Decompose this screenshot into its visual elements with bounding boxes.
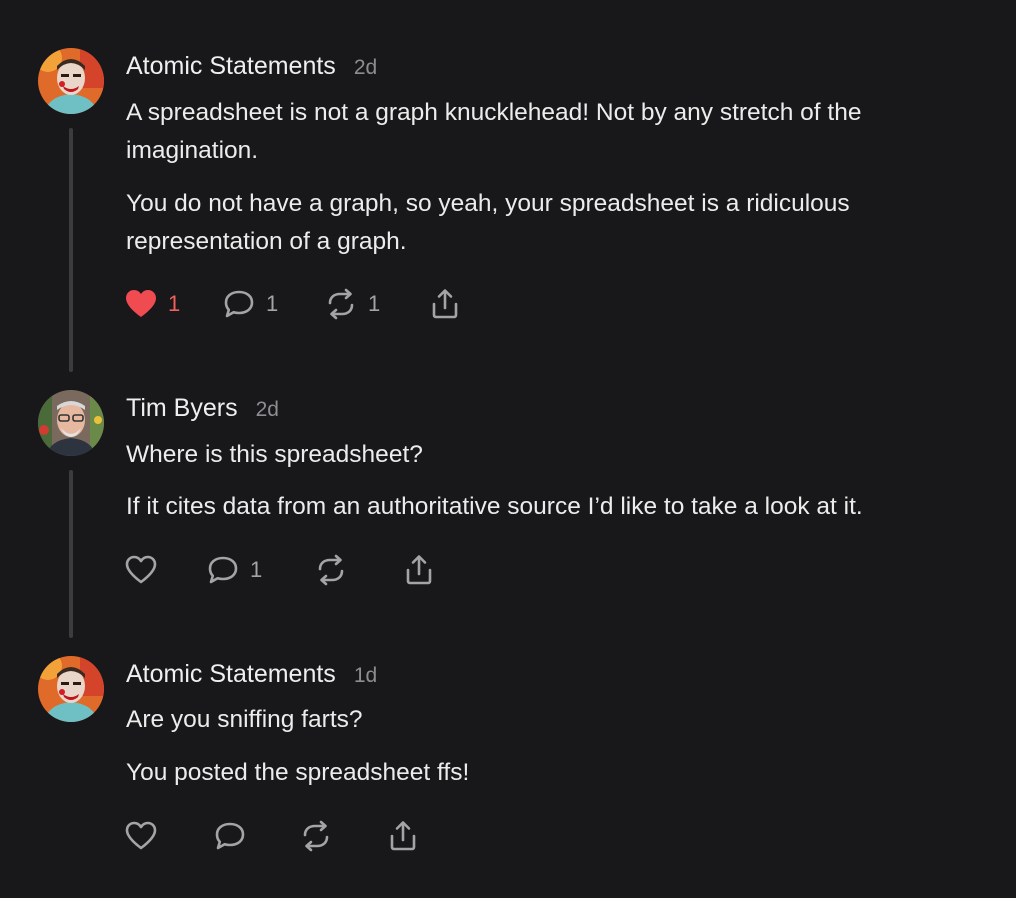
reply-count: 1	[250, 557, 263, 582]
restack-count: 1	[368, 291, 381, 316]
thread-line	[69, 470, 73, 638]
restack-icon	[318, 554, 344, 586]
restack-icon	[328, 288, 354, 320]
heart-icon	[126, 290, 156, 317]
speech-bubble-icon	[208, 556, 238, 584]
like-button[interactable]: 1	[124, 284, 180, 324]
like-button[interactable]	[124, 550, 168, 590]
timestamp[interactable]: 2d	[256, 398, 279, 422]
restack-button[interactable]	[299, 816, 343, 856]
reply-button[interactable]: 1	[222, 284, 278, 324]
timestamp[interactable]: 2d	[354, 56, 377, 80]
reply-count: 1	[266, 291, 279, 316]
share-icon	[390, 821, 416, 851]
reply-button[interactable]	[213, 816, 257, 856]
comment-paragraph: Are you sniffing farts?	[126, 706, 363, 733]
comment-header: Atomic Statements 2d	[126, 52, 377, 84]
author-name[interactable]: Atomic Statements	[126, 660, 336, 689]
comment-paragraph: You do not have a graph, so yeah, your s…	[126, 190, 850, 255]
heart-icon	[125, 555, 157, 584]
avatar-image	[38, 48, 104, 114]
author-name[interactable]: Atomic Statements	[126, 52, 336, 81]
comment-paragraph: A spreadsheet is not a graph knucklehead…	[126, 99, 862, 164]
share-button[interactable]	[402, 550, 436, 590]
avatar[interactable]	[38, 390, 104, 456]
avatar-image	[38, 390, 104, 456]
restack-button[interactable]	[314, 550, 358, 590]
thread-line	[69, 128, 73, 372]
share-icon	[406, 555, 432, 585]
like-count: 1	[168, 291, 181, 316]
share-button[interactable]	[428, 284, 462, 324]
speech-bubble-icon	[224, 290, 254, 318]
avatar-image	[38, 656, 104, 722]
avatar[interactable]	[38, 656, 104, 722]
author-name[interactable]: Tim Byers	[126, 394, 238, 423]
comment-paragraph: Where is this spreadsheet?	[126, 441, 423, 468]
comment-paragraph: You posted the spreadsheet ffs!	[126, 759, 470, 786]
comment-header: Atomic Statements 1d	[126, 660, 377, 692]
restack-button[interactable]: 1	[324, 284, 380, 324]
timestamp[interactable]: 1d	[354, 664, 377, 688]
comment-paragraph: If it cites data from an authoritative s…	[126, 493, 863, 520]
share-icon	[432, 289, 458, 319]
share-button[interactable]	[386, 816, 420, 856]
avatar[interactable]	[38, 48, 104, 114]
comment-header: Tim Byers 2d	[126, 394, 279, 426]
like-button[interactable]	[124, 816, 168, 856]
heart-icon	[125, 821, 157, 850]
reply-button[interactable]: 1	[206, 550, 262, 590]
speech-bubble-icon	[215, 822, 245, 850]
restack-icon	[303, 820, 329, 852]
